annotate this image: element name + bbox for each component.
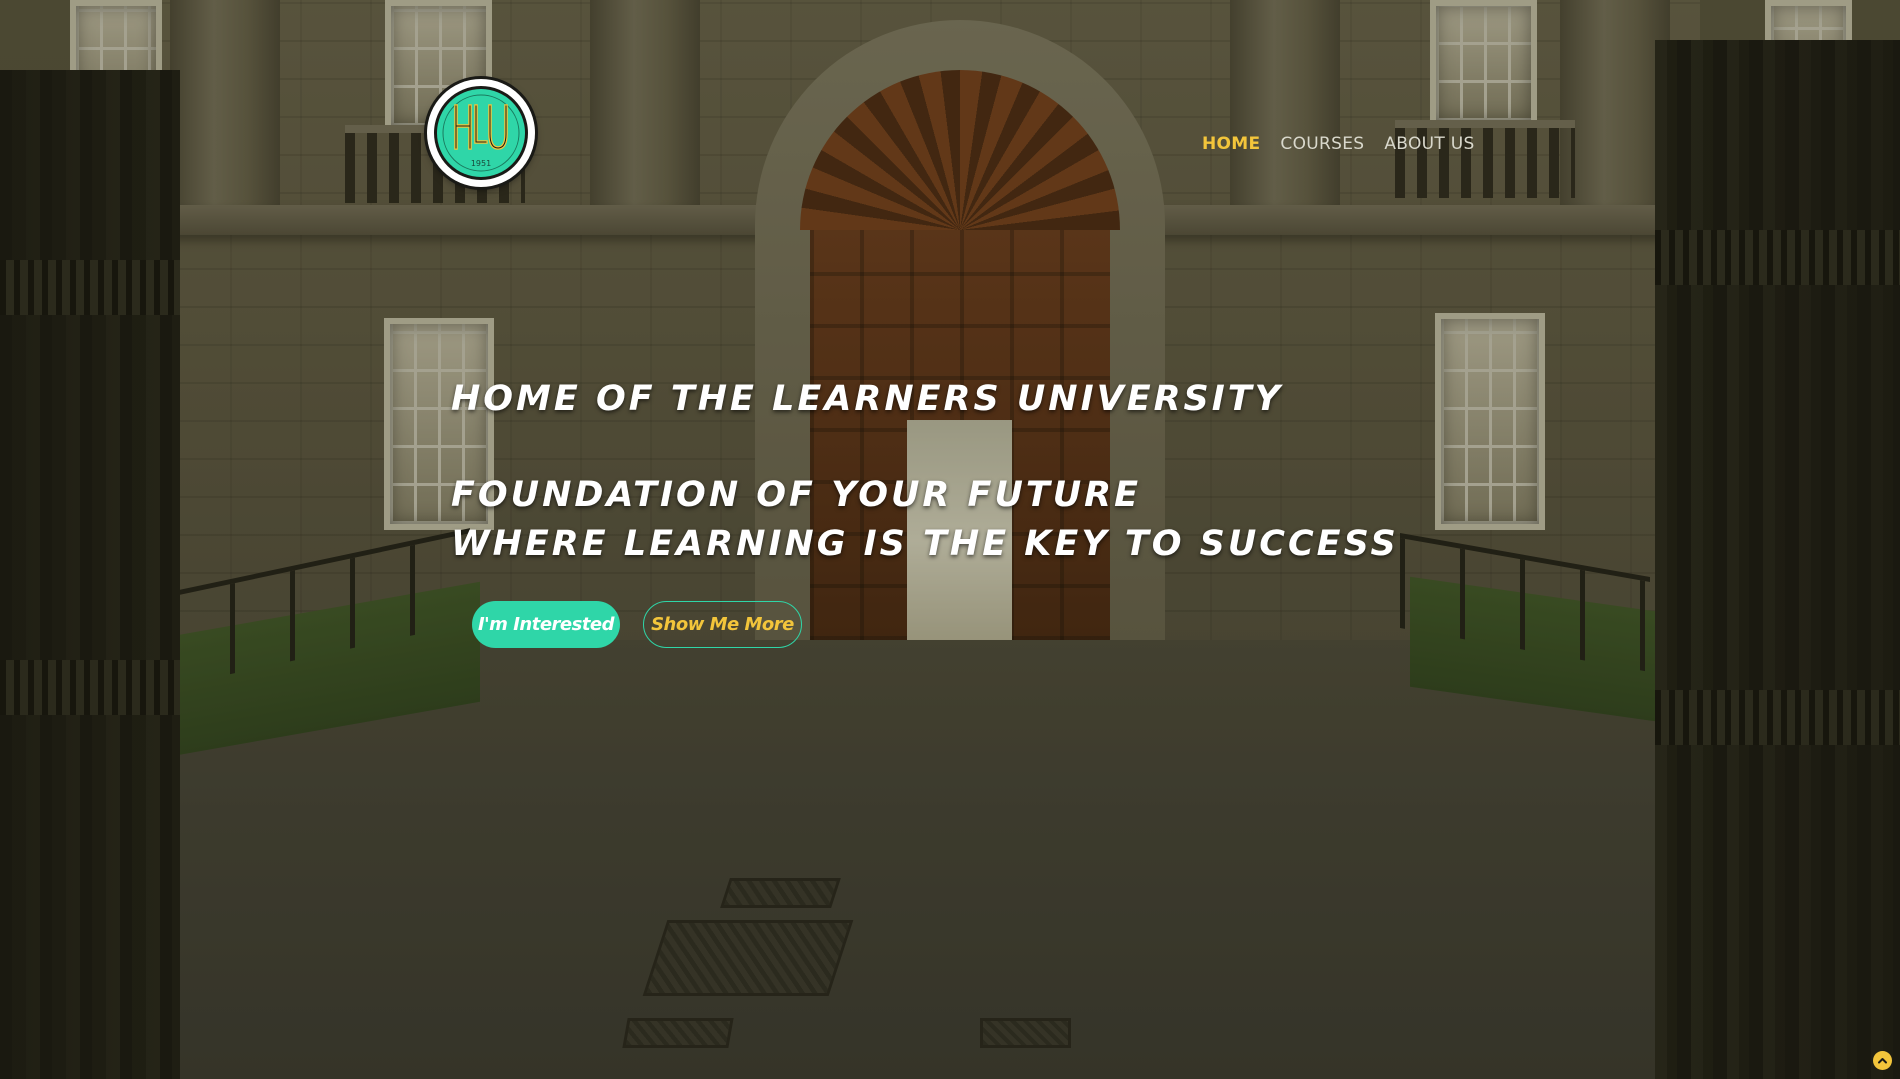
- background-column: [170, 0, 280, 210]
- background-gate-left: [0, 70, 180, 1079]
- background-gate-ornament: [1655, 230, 1900, 285]
- background-door: [810, 230, 1110, 640]
- background-gate-ornament: [0, 660, 180, 715]
- background-lawn: [160, 581, 480, 759]
- background-manhole: [720, 878, 841, 908]
- hero-subtitle-line-2: WHERE LEARNING IS THE KEY TO SUCCESS: [451, 524, 1399, 564]
- background-gate-ornament: [1655, 690, 1900, 745]
- hero-section: 1951 HOME COURSES ABOUT US HOME OF THE L…: [0, 0, 1900, 1079]
- background-window: [1430, 0, 1537, 127]
- background-manhole: [980, 1018, 1071, 1048]
- background-window: [1765, 0, 1852, 112]
- background-column: [1230, 0, 1340, 210]
- background-cornice: [160, 205, 1700, 235]
- nav-item-about-us[interactable]: ABOUT US: [1384, 134, 1474, 154]
- chevron-up-icon: [1878, 1058, 1887, 1064]
- nav-item-courses[interactable]: COURSES: [1280, 134, 1364, 154]
- logo-year: 1951: [471, 159, 491, 168]
- background-manhole: [622, 1018, 734, 1048]
- background-railing: [170, 528, 470, 687]
- background-manhole: [642, 920, 854, 996]
- background-window: [70, 0, 162, 132]
- main-nav: HOME COURSES ABOUT US: [1202, 134, 1475, 154]
- background-window: [1435, 313, 1545, 530]
- scroll-to-top-button[interactable]: [1873, 1051, 1892, 1070]
- show-me-more-button[interactable]: Show Me More: [643, 601, 802, 648]
- background-lawn: [1410, 576, 1740, 734]
- hero-title: HOME OF THE LEARNERS UNIVERSITY: [451, 379, 1283, 419]
- background-courtyard: [0, 640, 1900, 1079]
- background-gate-right: [1655, 40, 1900, 1079]
- background-column: [590, 0, 700, 210]
- im-interested-button[interactable]: I'm Interested: [472, 601, 620, 648]
- background-balcony: [1395, 120, 1575, 198]
- university-seal-icon: 1951: [434, 86, 528, 180]
- background-railing: [1400, 532, 1650, 673]
- background-gate-ornament: [0, 260, 180, 315]
- background-column: [1560, 0, 1670, 210]
- background-fanlight: [800, 70, 1120, 230]
- nav-item-home[interactable]: HOME: [1202, 134, 1260, 154]
- hero-subtitle-line-1: FOUNDATION OF YOUR FUTURE: [451, 475, 1142, 515]
- university-logo[interactable]: 1951: [427, 79, 535, 187]
